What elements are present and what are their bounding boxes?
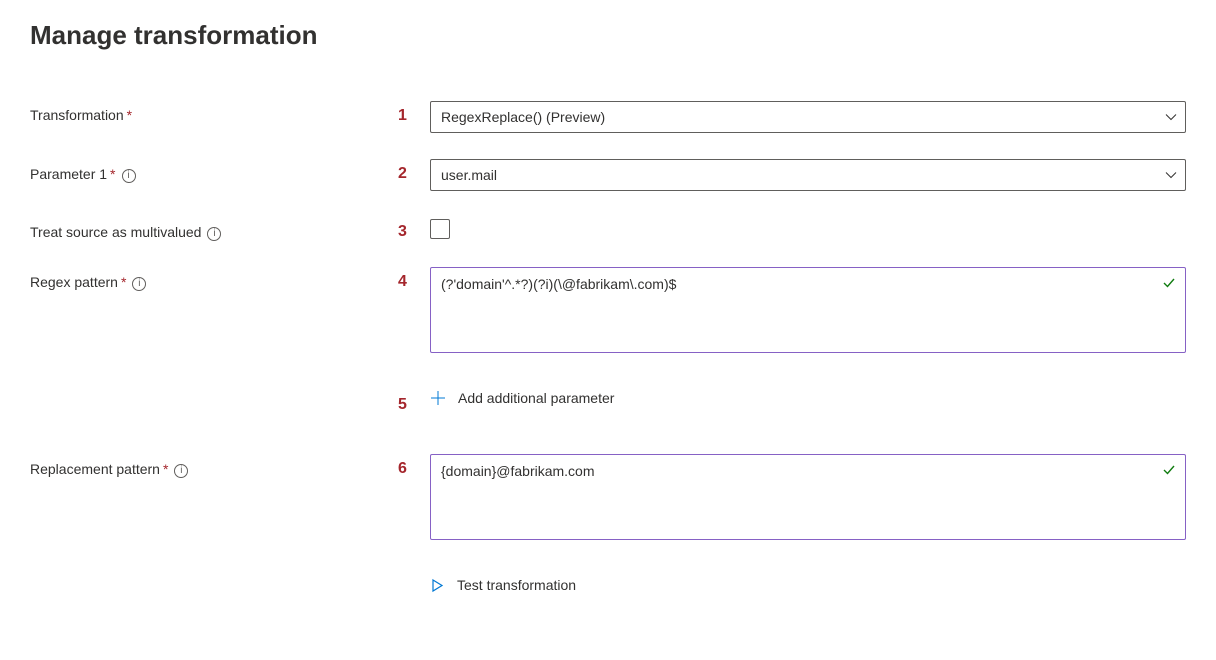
transformation-value: RegexReplace() (Preview) (441, 109, 605, 125)
play-icon (430, 578, 445, 593)
required-asterisk: * (110, 166, 115, 182)
required-asterisk: * (163, 461, 168, 477)
required-asterisk: * (127, 107, 132, 123)
row-replacement: Replacement pattern * i 6 (30, 454, 1186, 543)
parameter1-value: user.mail (441, 167, 497, 183)
parameter1-dropdown[interactable]: user.mail (430, 159, 1186, 191)
label-parameter1-text: Parameter 1 (30, 166, 107, 182)
label-transformation: Transformation * (30, 101, 370, 123)
replacement-pattern-input[interactable] (430, 454, 1186, 540)
test-transformation-button[interactable]: Test transformation (430, 577, 1186, 593)
label-test-empty (30, 577, 370, 583)
row-test: Test transformation (30, 577, 1186, 593)
check-icon (1162, 463, 1176, 477)
required-asterisk: * (121, 274, 126, 290)
row-add-param: 5 Add additional parameter (30, 390, 1186, 414)
transformation-dropdown[interactable]: RegexReplace() (Preview) (430, 101, 1186, 133)
add-parameter-button[interactable]: Add additional parameter (430, 390, 1186, 406)
info-icon[interactable]: i (122, 165, 136, 183)
marker-test-empty (370, 577, 430, 583)
row-parameter1: Parameter 1 * i 2 user.mail (30, 159, 1186, 191)
label-transformation-text: Transformation (30, 107, 124, 123)
marker-2: 2 (370, 159, 430, 183)
marker-6: 6 (370, 454, 430, 478)
row-multivalued: Treat source as multivalued i 3 (30, 217, 1186, 241)
marker-3: 3 (370, 217, 430, 241)
add-parameter-label: Add additional parameter (458, 390, 614, 406)
page-title: Manage transformation (30, 20, 1186, 51)
multivalued-checkbox[interactable] (430, 219, 450, 239)
label-multivalued-text: Treat source as multivalued (30, 224, 201, 240)
regex-pattern-input[interactable] (430, 267, 1186, 353)
label-parameter1: Parameter 1 * i (30, 159, 370, 183)
row-regex: Regex pattern * i 4 (30, 267, 1186, 356)
check-icon (1162, 276, 1176, 290)
info-icon[interactable]: i (207, 223, 221, 241)
plus-icon (430, 390, 446, 406)
row-transformation: Transformation * 1 RegexReplace() (Previ… (30, 101, 1186, 133)
label-regex: Regex pattern * i (30, 267, 370, 291)
label-regex-text: Regex pattern (30, 274, 118, 290)
label-replacement: Replacement pattern * i (30, 454, 370, 478)
label-multivalued: Treat source as multivalued i (30, 217, 370, 241)
info-icon[interactable]: i (174, 460, 188, 478)
info-icon[interactable]: i (132, 273, 146, 291)
label-replacement-text: Replacement pattern (30, 461, 160, 477)
chevron-down-icon (1165, 169, 1177, 181)
chevron-down-icon (1165, 111, 1177, 123)
label-add-param-empty (30, 390, 370, 396)
marker-1: 1 (370, 101, 430, 125)
marker-5: 5 (370, 390, 430, 414)
marker-4: 4 (370, 267, 430, 291)
test-transformation-label: Test transformation (457, 577, 576, 593)
